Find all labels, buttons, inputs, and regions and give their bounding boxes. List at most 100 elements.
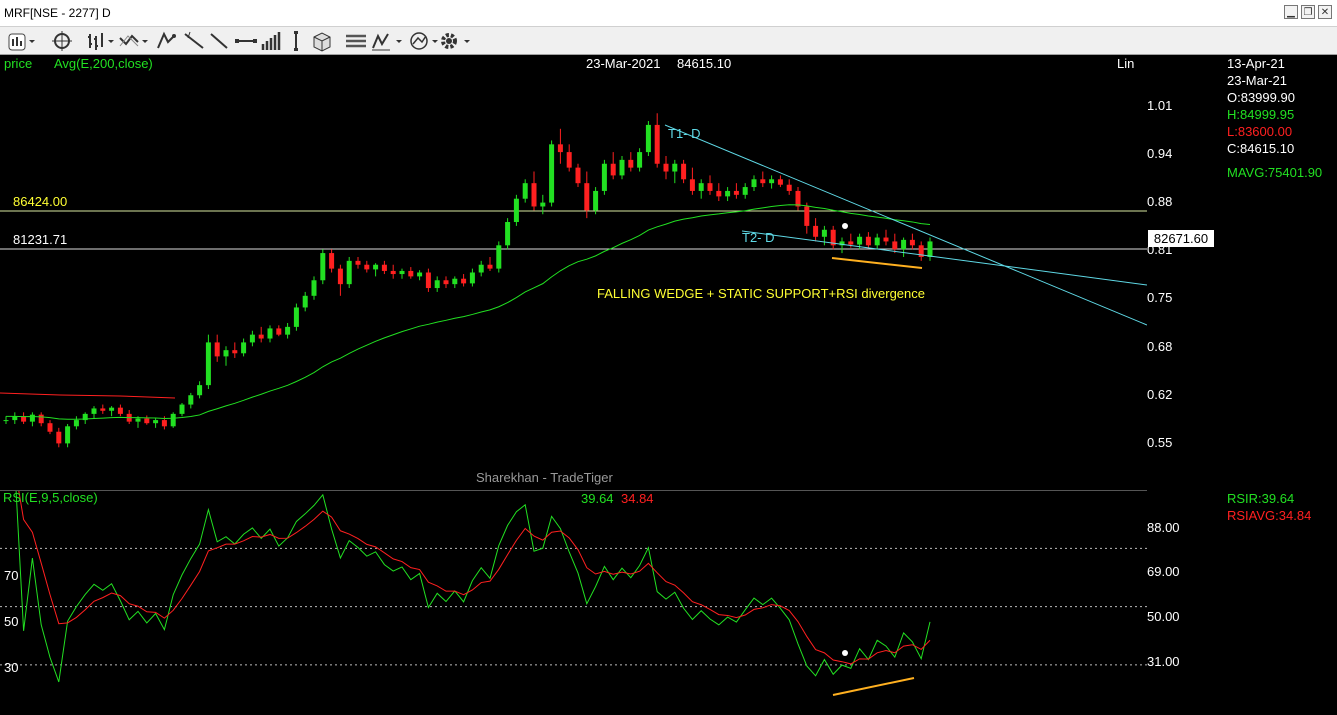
rsi-axis-tick: 69.00	[1147, 564, 1180, 579]
candle-body	[223, 350, 229, 357]
watermark: Sharekhan - TradeTiger	[476, 470, 613, 485]
candle-body	[91, 408, 97, 414]
candle-body	[777, 179, 783, 185]
candle-body	[874, 237, 880, 246]
window-title: MRF[NSE - 2277] D	[4, 6, 111, 20]
moving-average-red-segment	[0, 392, 176, 399]
candle-body	[425, 272, 431, 289]
candle-body	[3, 420, 9, 422]
level-label-2: 81231.71	[13, 232, 68, 247]
candle-body	[628, 159, 634, 168]
moving-average-line	[5, 204, 931, 420]
vertical-line-icon[interactable]	[290, 30, 302, 52]
candle-body	[100, 408, 106, 411]
candle-body	[883, 237, 889, 242]
candle-body	[109, 407, 115, 411]
candle-body	[487, 264, 493, 269]
axis-tick: 0.94	[1147, 146, 1173, 161]
candle-body	[892, 241, 898, 250]
candle-body	[769, 179, 775, 184]
minimize-button[interactable]: ▁	[1284, 5, 1298, 19]
candle-body	[786, 184, 792, 191]
candle-body	[197, 385, 203, 396]
candle-body	[672, 163, 678, 172]
candle-body	[821, 229, 827, 237]
close-button[interactable]: ✕	[1318, 5, 1332, 19]
pattern-annotation: FALLING WEDGE + STATIC SUPPORT+RSI diver…	[597, 286, 925, 301]
candle-body	[645, 124, 651, 153]
drawing-tools-icon[interactable]	[154, 30, 178, 52]
candle-body	[337, 268, 343, 285]
candle-body	[689, 179, 695, 191]
candle-body	[469, 272, 475, 284]
settings-icon[interactable]	[438, 30, 472, 52]
layout-icon[interactable]	[344, 30, 368, 52]
candle-body	[329, 253, 335, 269]
candle-body	[267, 328, 273, 339]
candle-body	[65, 426, 71, 444]
info-close: C:84615.10	[1227, 141, 1295, 156]
rsi-marker-dot	[842, 650, 848, 656]
info-high: H:84999.95	[1227, 107, 1295, 122]
candle-body	[707, 183, 713, 191]
candle-body	[575, 167, 581, 184]
candle-body	[56, 431, 62, 444]
level-label-1: 86424.00	[13, 194, 68, 209]
candle-body	[232, 350, 238, 354]
candle-body	[117, 407, 123, 414]
candle-body	[478, 264, 484, 273]
rsi-axis-tick: 88.00	[1147, 520, 1180, 535]
candle-body	[865, 236, 871, 246]
rsi-value: 39.64	[581, 491, 614, 506]
candle-body	[531, 183, 537, 207]
trendline-t1-label: T1- D	[668, 126, 701, 141]
bar-style-icon[interactable]	[86, 30, 116, 52]
candle-body	[205, 342, 211, 386]
candle-body	[364, 264, 370, 270]
candle-body	[179, 404, 185, 414]
axis-tick: 0.75	[1147, 290, 1173, 305]
compare-icon[interactable]	[408, 30, 440, 52]
candle-body	[241, 342, 247, 354]
rsi-level-70: 70	[4, 568, 19, 583]
candle-body	[540, 202, 546, 207]
volume-bars-icon[interactable]	[260, 30, 284, 52]
trendline-t2	[741, 230, 1147, 286]
candle-body	[901, 239, 907, 250]
candle-body	[346, 260, 352, 285]
axis-tick: 0.88	[1147, 194, 1173, 209]
candle-body	[390, 270, 396, 275]
line-icon[interactable]	[208, 30, 230, 52]
candle-body	[47, 423, 53, 432]
template-icon[interactable]	[310, 30, 334, 52]
candle-body	[601, 163, 607, 191]
price-chart[interactable]	[0, 55, 1147, 490]
indicator-icon[interactable]	[118, 30, 150, 52]
candle-body	[144, 418, 150, 424]
scale-corner-label[interactable]: Lin	[1117, 56, 1134, 71]
header-value: 84615.10	[677, 56, 732, 71]
axis-tick: 1.01	[1147, 98, 1173, 113]
price-axis[interactable]: 1.01 0.94 0.88 0.81 0.75 0.68 0.62 0.55 …	[1147, 55, 1227, 715]
horizontal-line-icon[interactable]	[234, 30, 258, 52]
candle-body	[742, 187, 748, 195]
info-rsir: RSIR:39.64	[1227, 491, 1295, 506]
restore-button[interactable]: ❐	[1301, 5, 1315, 19]
fibonacci-icon[interactable]	[370, 30, 404, 52]
candle-body	[161, 420, 167, 427]
chart-type-icon[interactable]	[6, 30, 36, 52]
candle-body	[417, 272, 423, 277]
candle-body	[927, 241, 933, 257]
candle-body	[135, 418, 141, 422]
candle-body	[302, 295, 308, 308]
candle-body	[813, 225, 819, 237]
candle-body	[619, 159, 625, 176]
rsi-chart[interactable]	[0, 491, 1147, 715]
candle-body	[258, 334, 264, 339]
crosshair-icon[interactable]	[50, 30, 74, 52]
trendline-t2-label: T2- D	[742, 230, 775, 245]
candle-body	[381, 264, 387, 271]
info-open: O:83999.90	[1227, 90, 1295, 105]
info-box: 13-Apr-21 23-Mar-21 O:83999.90 H:84999.9…	[1227, 55, 1337, 715]
trendline-icon[interactable]	[182, 30, 206, 52]
